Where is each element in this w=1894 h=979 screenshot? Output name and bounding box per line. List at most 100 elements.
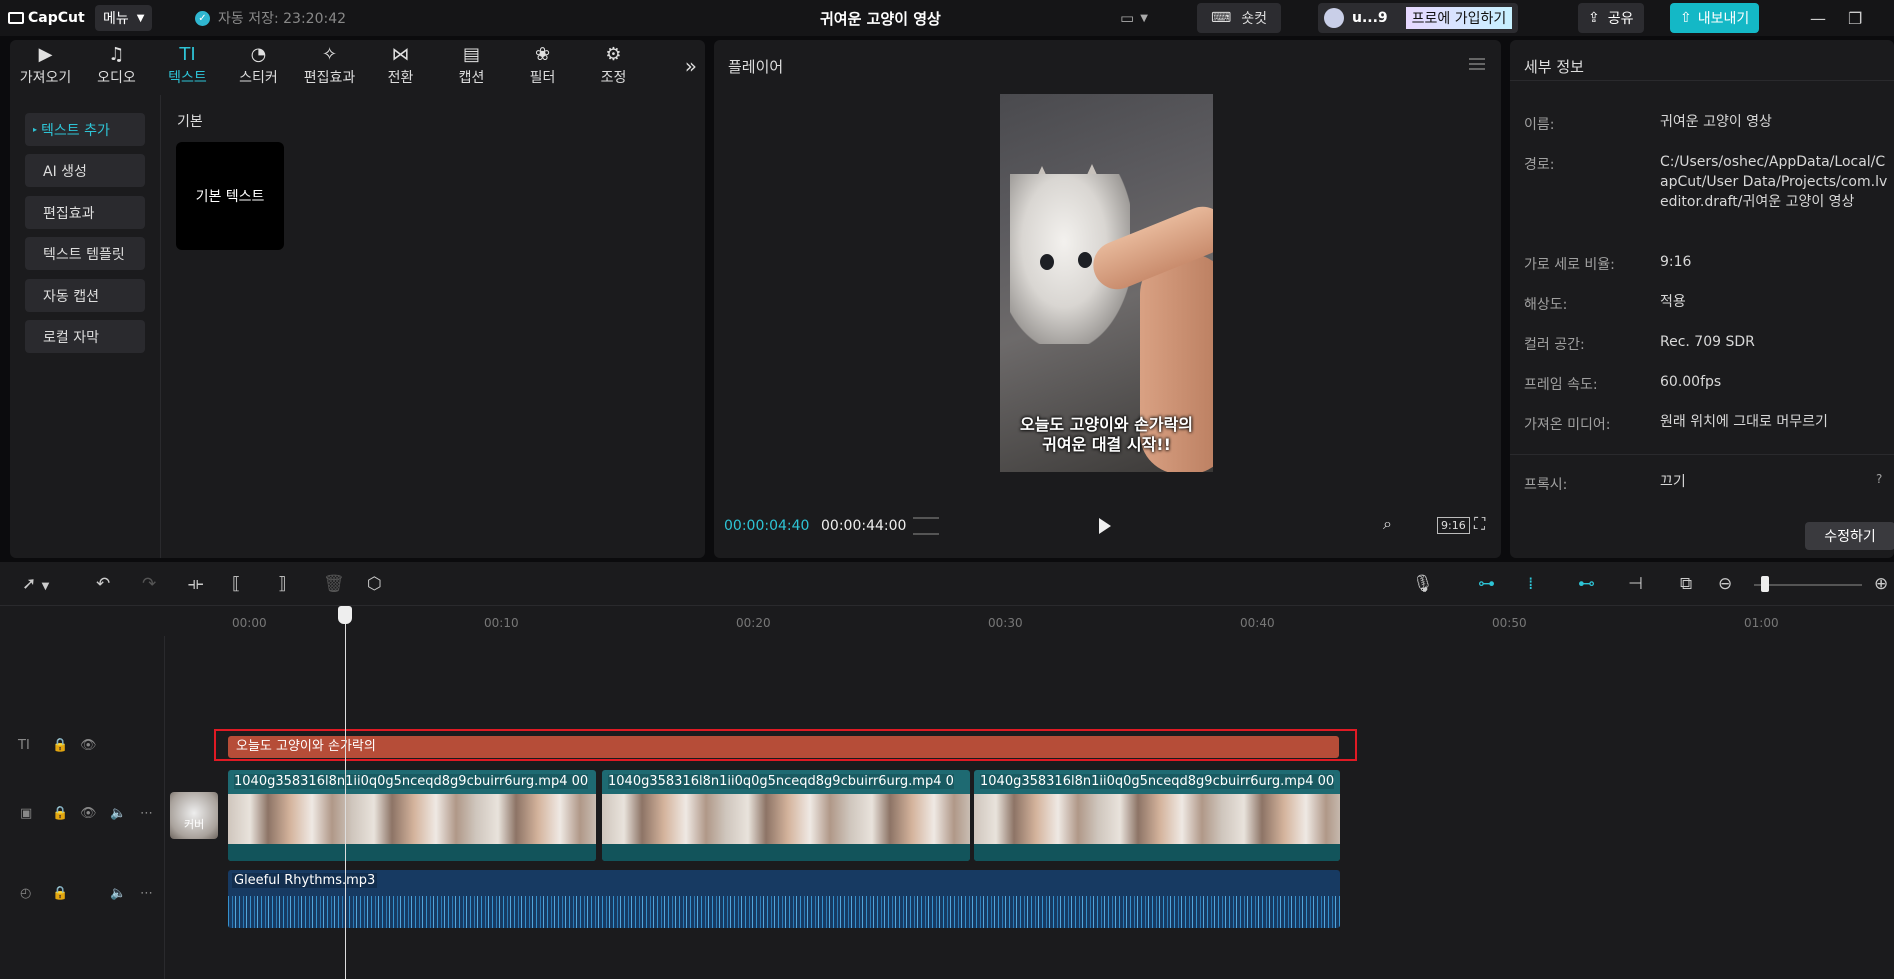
pro-join-button[interactable]: 프로에 가입하기 (1405, 7, 1513, 29)
search-icon[interactable]: ⌕ (1383, 514, 1392, 534)
ruler-tick: 01:00 (1744, 616, 1779, 630)
video-clip[interactable]: 1040g358316l8n1ii0q0g5nceqd8g9cbuirr6urg… (974, 770, 1340, 861)
detail-label: 이름: (1524, 117, 1555, 133)
zoom-slider-handle[interactable] (1761, 576, 1769, 592)
video-clip[interactable]: 1040g358316l8n1ii0q0g5nceqd8g9cbuirr6urg… (602, 770, 970, 861)
tab-text[interactable]: TI 텍스트 (152, 40, 223, 92)
layout-icon[interactable]: ▭ ▼ (1120, 0, 1148, 36)
eye-icon[interactable]: 👁 (80, 738, 97, 753)
playhead-handle[interactable] (338, 606, 352, 624)
user-name: u...9 (1352, 10, 1388, 26)
zoom-to-fit-icon[interactable]: ⧉ (1680, 574, 1692, 594)
selection-highlight (214, 729, 1357, 761)
split-icon[interactable]: ⟛ (188, 574, 203, 594)
tab-label: 편집효과 (303, 70, 356, 86)
menu-button[interactable]: 메뉴 ▼ (95, 5, 153, 31)
share-button[interactable]: ⇪ 공유 (1578, 3, 1644, 33)
lock-icon[interactable]: 🔒 (52, 738, 68, 753)
fullscreen-icon[interactable]: ⛶ (1474, 514, 1485, 534)
trim-left-icon[interactable]: ⟦ (232, 574, 240, 594)
tab-effects[interactable]: ✧ 편집효과 (294, 40, 365, 92)
export-button[interactable]: ⇧ 내보내기 (1670, 3, 1760, 33)
shortcut-button[interactable]: ⌨ 숏컷 (1197, 3, 1281, 33)
tab-label: 캡션 (458, 70, 485, 86)
speaker-icon[interactable]: 🔈 (110, 886, 126, 901)
restore-icon[interactable]: ❐ (1848, 0, 1862, 36)
default-text-card[interactable]: 기본 텍스트 (176, 142, 284, 250)
user-account[interactable]: u...9 프로에 가입하기 (1318, 3, 1519, 33)
video-preview[interactable]: 오늘도 고양이와 손가락의 귀여운 대결 시작!! (1000, 94, 1213, 472)
link-icon[interactable]: ⊷ (1578, 574, 1595, 594)
marker-icon[interactable]: ⬡ (367, 574, 382, 594)
clip-footer (602, 844, 970, 861)
zoom-slider[interactable] (1754, 584, 1862, 586)
clip-name: 1040g358316l8n1ii0q0g5nceqd8g9cbuirr6urg… (234, 774, 568, 789)
playhead-line[interactable] (345, 606, 346, 979)
detail-label: 프록시: (1524, 477, 1568, 493)
timecode-list-icon[interactable] (913, 517, 939, 535)
microphone-icon[interactable]: 🎙 (1412, 574, 1434, 594)
audio-clip[interactable]: Gleeful Rhythms.mp3 (228, 870, 1340, 928)
redo-icon[interactable]: ↷ (142, 574, 156, 594)
text-track-icon: TI (18, 738, 30, 753)
tab-transition[interactable]: ⋈ 전환 (365, 40, 436, 92)
more-icon[interactable]: ⋯ (140, 806, 153, 821)
trim-right-icon[interactable]: ⟧ (278, 574, 286, 594)
more-icon[interactable]: ⋯ (140, 886, 153, 901)
avatar (1324, 8, 1344, 28)
tab-import[interactable]: ▶ 가져오기 (10, 40, 81, 92)
delete-icon[interactable]: 🗑 (323, 574, 345, 594)
tab-audio[interactable]: ♫ 오디오 (81, 40, 152, 92)
total-timecode: 00:00:44:00 (821, 518, 907, 534)
main-track-magnet-icon[interactable]: ⊶ (1478, 574, 1495, 594)
sidebar-item-auto-caption[interactable]: 자동 캡션 (25, 279, 145, 312)
zoom-out-icon[interactable]: ⊖ (1718, 574, 1732, 594)
ruler-tick: 00:40 (1240, 616, 1275, 630)
transition-icon: ⋈ (391, 44, 410, 65)
sidebar-item-effects[interactable]: 편집효과 (25, 196, 145, 229)
lock-icon[interactable]: 🔒 (52, 806, 68, 821)
lock-icon[interactable]: 🔒 (52, 886, 68, 901)
upload-icon: ⇧ (1680, 10, 1692, 26)
cover-thumbnail[interactable]: 커버 (170, 792, 218, 839)
sidebar-label: AI 생성 (43, 163, 87, 180)
clip-duration: 0 (945, 774, 954, 789)
sidebar-label: 텍스트 추가 (41, 122, 110, 139)
sidebar-item-add-text[interactable]: ▸ 텍스트 추가 (25, 113, 145, 146)
share-label: 공유 (1607, 11, 1634, 27)
tab-sticker[interactable]: ◔ 스티커 (223, 40, 294, 92)
detail-value: Rec. 709 SDR (1660, 334, 1755, 350)
select-tool-icon[interactable]: ➚ ▼ (22, 574, 49, 594)
eye-icon[interactable]: 👁 (80, 806, 97, 821)
capcut-logo: CapCut (8, 0, 85, 36)
edit-button[interactable]: 수정하기 (1805, 522, 1894, 550)
menu-icon[interactable] (1469, 58, 1485, 70)
video-track-icon: ▣ (20, 806, 33, 821)
minimize-icon[interactable]: — (1810, 0, 1826, 36)
speaker-icon[interactable]: 🔈 (110, 806, 126, 821)
clip-name: 1040g358316l8n1ii0q0g5nceqd8g9cbuirr6urg… (980, 774, 1314, 789)
cat-eye (1040, 254, 1054, 270)
time-ruler[interactable]: 00:00 00:10 00:20 00:30 00:40 00:50 01:0… (228, 606, 1894, 636)
sidebar-item-local-subtitle[interactable]: 로컬 자막 (25, 320, 145, 353)
sidebar-item-ai[interactable]: AI 생성 (25, 154, 145, 187)
video-clip[interactable]: 1040g358316l8n1ii0q0g5nceqd8g9cbuirr6urg… (228, 770, 596, 861)
zoom-in-icon[interactable]: ⊕ (1874, 574, 1888, 594)
tab-adjust[interactable]: ⚙ 조정 (578, 40, 649, 92)
help-icon[interactable]: ? (1876, 472, 1882, 486)
detail-label: 경로: (1524, 157, 1555, 173)
detail-label: 가로 세로 비율: (1524, 257, 1615, 273)
tab-filter[interactable]: ❀ 필터 (507, 40, 578, 92)
undo-icon[interactable]: ↶ (96, 574, 110, 594)
preview-axis-icon[interactable]: ⊣ (1628, 574, 1643, 594)
tab-caption[interactable]: ▤ 캡션 (436, 40, 507, 92)
filter-icon: ❀ (534, 44, 551, 65)
auto-snap-icon[interactable]: ⁞ (1528, 574, 1533, 594)
more-tabs-icon[interactable]: » (685, 54, 697, 78)
play-icon[interactable] (1099, 518, 1111, 534)
aspect-ratio-button[interactable]: 9:16 (1437, 517, 1470, 534)
export-label: 내보내기 (1697, 11, 1750, 27)
current-timecode: 00:00:04:40 (724, 518, 810, 534)
sidebar-item-templates[interactable]: 텍스트 템플릿 (25, 237, 145, 270)
capcut-logo-icon (8, 12, 24, 24)
